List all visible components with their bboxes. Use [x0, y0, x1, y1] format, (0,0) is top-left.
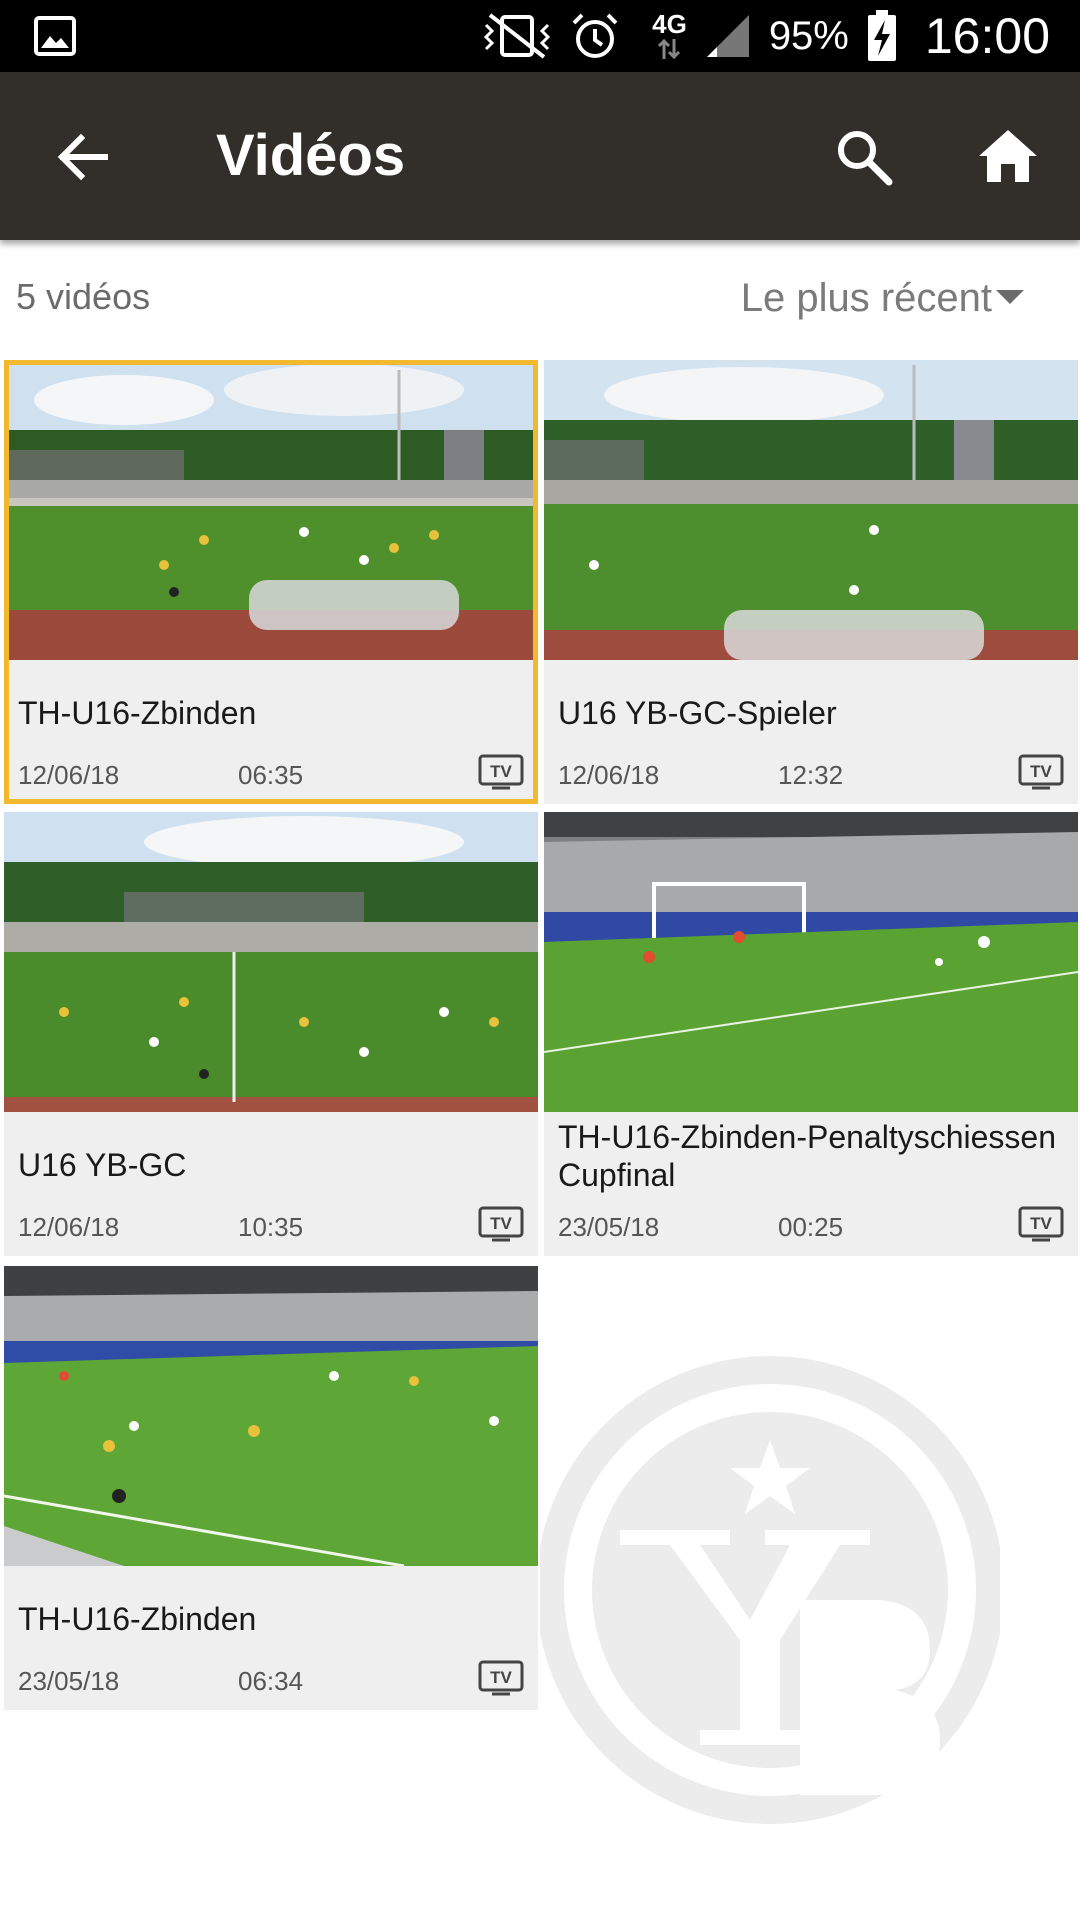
home-icon [979, 130, 1037, 182]
video-title: U16 YB-GC [18, 1147, 187, 1183]
page-title: Vidéos [216, 123, 406, 188]
app-bar: Vidéos [0, 72, 1080, 240]
video-duration: 10:35 [238, 1212, 304, 1242]
clock: 16:00 [924, 8, 1050, 64]
video-thumbnail [4, 360, 538, 660]
video-card[interactable]: TH-U16-Zbinden 23/05/18 06:34 TV [4, 1266, 538, 1710]
video-title: TH-U16-Zbinden-Penaltyschiessen Cupfinal [558, 1119, 1056, 1193]
video-thumbnail [544, 360, 1078, 660]
video-duration: 06:34 [238, 1666, 304, 1696]
back-button[interactable] [48, 122, 118, 192]
tv-icon: TV [478, 1660, 524, 1696]
video-title: U16 YB-GC-Spieler [558, 695, 837, 731]
video-duration: 00:25 [778, 1212, 844, 1242]
sort-dropdown[interactable]: Le plus récent [741, 276, 1024, 321]
tv-icon: TV [478, 1206, 524, 1242]
video-card[interactable]: TH-U16-Zbinden-Penaltyschiessen Cupfinal… [544, 812, 1078, 1256]
video-card[interactable]: U16 YB-GC 12/06/18 10:35 TV [4, 812, 538, 1256]
video-card[interactable]: TH-U16-Zbinden 12/06/18 06:35 TV [4, 360, 538, 804]
chevron-down-icon [996, 289, 1024, 304]
video-thumbnail [4, 1266, 538, 1566]
gallery-icon [34, 16, 76, 56]
tv-icon: TV [1018, 754, 1064, 790]
alarm-icon [572, 13, 618, 58]
tv-icon: TV [478, 754, 524, 790]
vibrate-off-icon [484, 13, 551, 59]
home-button[interactable] [968, 118, 1048, 194]
video-count: 5 vidéos [16, 276, 151, 317]
back-arrow-icon [57, 133, 108, 181]
video-duration: 12:32 [778, 760, 844, 790]
sort-label: Le plus récent [740, 276, 992, 320]
video-title: TH-U16-Zbinden [18, 1601, 257, 1637]
video-date: 12/06/18 [18, 1212, 120, 1242]
video-duration: 06:35 [238, 760, 304, 790]
video-thumbnail [544, 812, 1078, 1112]
battery-percent: 95% [768, 13, 849, 58]
video-date: 12/06/18 [18, 760, 120, 790]
search-button[interactable] [826, 122, 902, 192]
video-date: 23/05/18 [558, 1212, 660, 1242]
video-date: 12/06/18 [558, 760, 660, 790]
club-logo-watermark [540, 1356, 1000, 1824]
network-type: 4G [652, 9, 687, 39]
battery-charging-icon [867, 10, 896, 61]
network-indicator: 4G [652, 11, 687, 61]
video-date: 23/05/18 [18, 1666, 120, 1696]
video-thumbnail [4, 812, 538, 1112]
tv-badge: TV [1030, 762, 1052, 781]
search-icon [838, 131, 893, 186]
status-bar: 4G 95% 16:00 [0, 0, 1080, 72]
tv-badge: TV [1030, 1214, 1052, 1233]
video-title: TH-U16-Zbinden [18, 695, 257, 731]
tv-badge: TV [490, 1214, 512, 1233]
data-arrows-icon [658, 38, 681, 60]
tv-badge: TV [490, 762, 512, 781]
signal-icon [706, 15, 749, 57]
tv-badge: TV [490, 1668, 512, 1687]
video-card[interactable]: U16 YB-GC-Spieler 12/06/18 12:32 TV [544, 360, 1078, 804]
tv-icon: TV [1018, 1206, 1064, 1242]
